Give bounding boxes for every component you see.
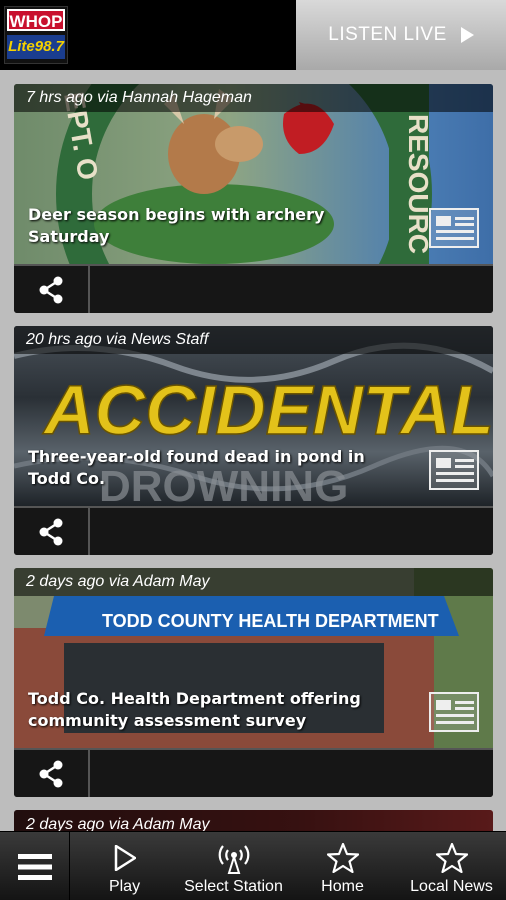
nav-play[interactable]: Play	[70, 832, 179, 900]
logo-lite-text: Lite98.7	[7, 35, 65, 59]
app-header: WHOP Lite98.7 LISTEN LIVE	[0, 0, 506, 70]
card-action-bar	[14, 748, 493, 797]
news-card[interactable]: RESOURC EPT. O 7 hrs ago via Hannah Hage…	[14, 84, 493, 313]
card-meta: 2 days ago via Adam May	[14, 568, 493, 596]
nav-label: Select Station	[184, 878, 283, 895]
nav-local-news[interactable]: Local News	[397, 832, 506, 900]
news-card[interactable]: ACCIDENTAL DROWNING 20 hrs ago via News …	[14, 326, 493, 555]
play-icon	[460, 27, 474, 43]
play-icon	[114, 845, 136, 871]
star-icon	[326, 843, 359, 873]
listen-live-label: LISTEN LIVE	[328, 24, 447, 45]
card-title[interactable]: Three-year-old found dead in pond in Tod…	[28, 446, 408, 490]
nav-label: Local News	[410, 878, 493, 895]
nav-label: Play	[108, 878, 141, 895]
nav-label: Home	[321, 878, 364, 895]
share-icon	[39, 276, 63, 303]
listen-live-button[interactable]: LISTEN LIVE	[296, 0, 506, 70]
station-logo[interactable]: WHOP Lite98.7	[0, 0, 296, 70]
card-title[interactable]: Deer season begins with archery Saturday	[28, 204, 408, 248]
article-icon[interactable]	[429, 450, 479, 490]
news-feed: RESOURC EPT. O 7 hrs ago via Hannah Hage…	[14, 84, 493, 810]
card-action-bar	[14, 264, 493, 313]
share-button[interactable]	[14, 266, 90, 313]
logo-whop-text: WHOP	[7, 9, 65, 31]
hamburger-menu-icon	[17, 853, 52, 880]
share-button[interactable]	[14, 508, 90, 555]
article-icon[interactable]	[429, 208, 479, 248]
bottom-nav: Play Select Station Home Local News	[0, 831, 506, 900]
card-meta: 7 hrs ago via Hannah Hageman	[14, 84, 493, 112]
star-icon	[435, 843, 468, 873]
share-button[interactable]	[14, 750, 90, 797]
nav-home[interactable]: Home	[288, 832, 397, 900]
share-icon	[39, 760, 63, 787]
antenna-icon	[218, 845, 249, 874]
news-card[interactable]: TODD COUNTY HEALTH DEPARTMENT 2 days ago…	[14, 568, 493, 797]
card-action-bar	[14, 506, 493, 555]
logo-badge: WHOP Lite98.7	[4, 6, 68, 64]
menu-button[interactable]	[0, 832, 70, 900]
accidental-text: ACCIDENTAL	[42, 371, 493, 449]
article-icon[interactable]	[429, 692, 479, 732]
share-icon	[39, 518, 63, 545]
card-title[interactable]: Todd Co. Health Department offering comm…	[28, 688, 408, 732]
card-meta: 20 hrs ago via News Staff	[14, 326, 493, 354]
nav-select-station[interactable]: Select Station	[179, 832, 288, 900]
awning-text: TODD COUNTY HEALTH DEPARTMENT	[102, 611, 439, 631]
